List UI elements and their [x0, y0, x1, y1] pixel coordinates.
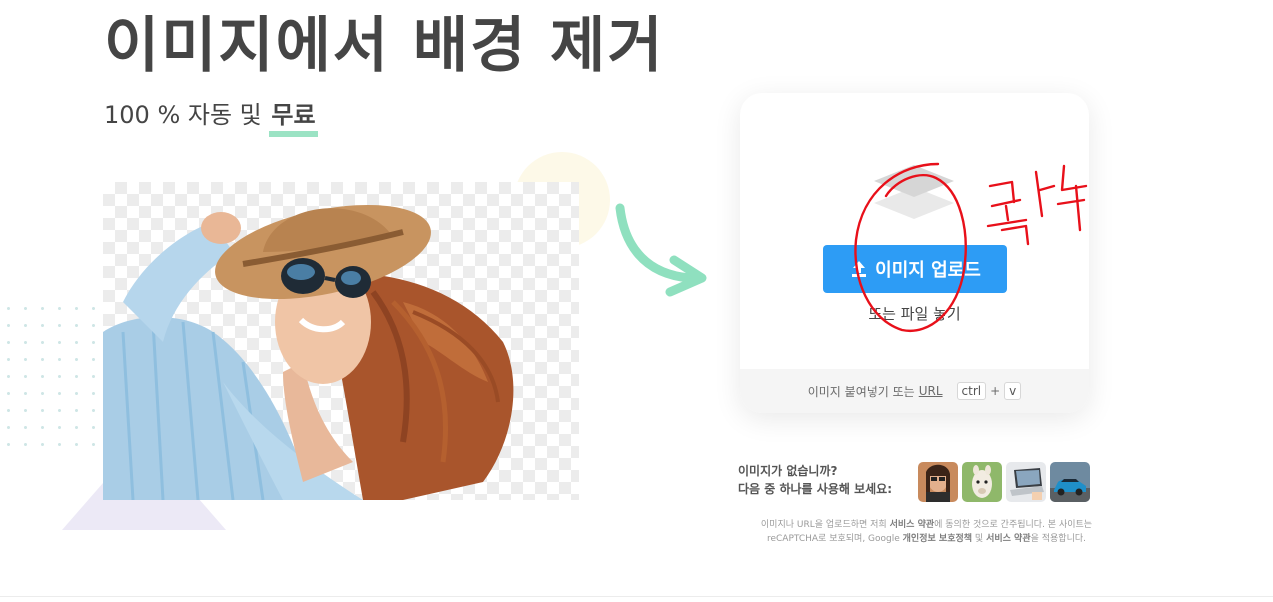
woman-illustration	[103, 204, 514, 500]
upload-card[interactable]: 이미지 업로드 또는 파일 놓기 이미지 붙여넣기 또는 URL ctrl + …	[740, 93, 1089, 413]
subtitle-emphasis: 무료	[269, 98, 318, 137]
upload-image-button[interactable]: 이미지 업로드	[823, 245, 1007, 293]
bottom-divider	[0, 596, 1273, 597]
alpaca-thumbnail-image	[962, 462, 1002, 502]
samples-line-1: 이미지가 없습니까?	[738, 464, 838, 478]
laptop-thumbnail-image	[1006, 462, 1046, 502]
page-title: 이미지에서 배경 제거	[104, 11, 665, 81]
subtitle-prefix: 100 % 자동 및	[104, 101, 262, 129]
sample-thumbnail-laptop[interactable]	[1006, 462, 1046, 502]
woman-thumbnail-image	[918, 462, 958, 502]
upload-icon	[852, 261, 867, 277]
google-terms-link[interactable]: 서비스 약관	[986, 534, 1031, 544]
sample-thumbnail-car[interactable]	[1050, 462, 1090, 502]
legal-text-3: 및	[974, 534, 984, 544]
terms-of-service-link[interactable]: 서비스 약관	[890, 520, 935, 530]
samples-line-2: 다음 중 하나를 사용해 보세요:	[738, 482, 892, 496]
v-key: v	[1004, 382, 1022, 400]
legal-text-1: 이미지나 URL을 업로드하면 저희	[760, 520, 887, 530]
curved-arrow-icon	[615, 203, 707, 297]
ctrl-key: ctrl	[956, 382, 987, 400]
dot-pattern-decoration	[0, 300, 100, 450]
upload-button-label: 이미지 업로드	[875, 260, 981, 281]
demo-image	[103, 182, 579, 500]
privacy-policy-link[interactable]: 개인정보 보호정책	[903, 534, 972, 544]
page-subtitle: 100 % 자동 및 무료	[104, 98, 318, 137]
paste-text: 이미지 붙여넣기 또는	[807, 384, 915, 399]
samples-prompt: 이미지가 없습니까? 다음 중 하나를 사용해 보세요:	[738, 462, 892, 498]
legal-notice: 이미지나 URL을 업로드하면 저희 서비스 약관에 동의한 것으로 간주됩니다…	[734, 518, 1119, 546]
drop-file-text: 또는 파일 놓기	[868, 305, 961, 323]
legal-text-4: 을 적용합니다.	[1030, 534, 1087, 544]
car-thumbnail-image	[1050, 462, 1090, 502]
paste-footer: 이미지 붙여넣기 또는 URL ctrl + v	[740, 369, 1089, 413]
sample-thumbnail-alpaca[interactable]	[962, 462, 1002, 502]
plus-sign: +	[990, 384, 1001, 398]
sample-thumbnail-woman[interactable]	[918, 462, 958, 502]
url-link[interactable]: URL	[919, 384, 943, 398]
layers-icon	[874, 165, 954, 219]
